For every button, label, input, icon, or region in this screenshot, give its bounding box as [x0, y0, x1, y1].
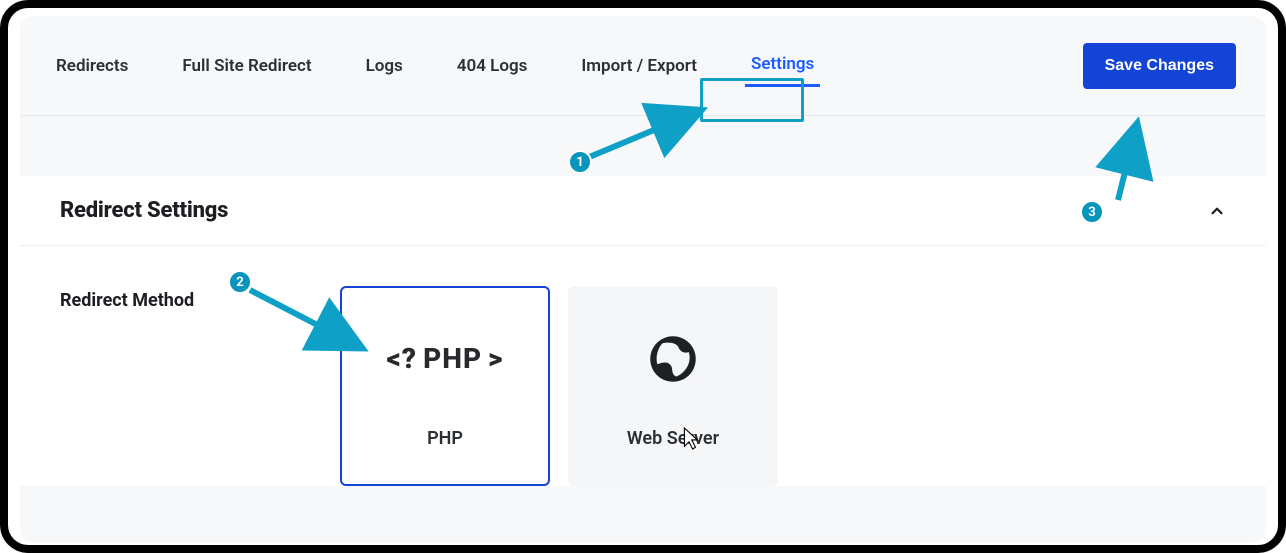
tab-logs[interactable]: Logs — [360, 46, 409, 86]
chevron-up-icon[interactable] — [1208, 202, 1226, 220]
globe-icon — [645, 324, 701, 394]
app-inner: Redirects Full Site Redirect Logs 404 Lo… — [20, 16, 1266, 543]
top-navbar: Redirects Full Site Redirect Logs 404 Lo… — [20, 16, 1266, 116]
cursor-icon — [678, 426, 700, 456]
option-php-label: PHP — [427, 428, 463, 449]
panel-title: Redirect Settings — [60, 198, 228, 223]
tab-strip: Redirects Full Site Redirect Logs 404 Lo… — [50, 44, 820, 87]
annotation-callout-3: 3 — [1080, 200, 1104, 224]
settings-content: Redirect Settings Redirect Method <? PHP… — [20, 176, 1266, 486]
angle-close-icon: > — [488, 342, 503, 375]
angle-open-icon: <? — [387, 342, 418, 375]
tab-import-export[interactable]: Import / Export — [575, 46, 703, 86]
panel-body: Redirect Method <? PHP > PHP — [20, 246, 1266, 486]
php-glyph-text: PHP — [423, 342, 482, 375]
tab-full-site-redirect[interactable]: Full Site Redirect — [176, 46, 317, 86]
tab-redirects[interactable]: Redirects — [50, 46, 134, 86]
tab-settings[interactable]: Settings — [745, 44, 820, 87]
tab-404-logs[interactable]: 404 Logs — [451, 46, 534, 86]
option-web-server-label: Web Server — [627, 428, 719, 449]
option-php[interactable]: <? PHP > PHP — [340, 286, 550, 486]
annotation-callout-1: 1 — [568, 150, 592, 174]
option-web-server[interactable]: Web Server — [568, 286, 778, 486]
save-changes-button[interactable]: Save Changes — [1083, 43, 1236, 89]
php-code-icon: <? PHP > — [387, 324, 504, 394]
redirect-method-options: <? PHP > PHP — [340, 286, 778, 486]
annotation-callout-2: 2 — [228, 270, 252, 294]
app-frame: Redirects Full Site Redirect Logs 404 Lo… — [0, 0, 1286, 553]
